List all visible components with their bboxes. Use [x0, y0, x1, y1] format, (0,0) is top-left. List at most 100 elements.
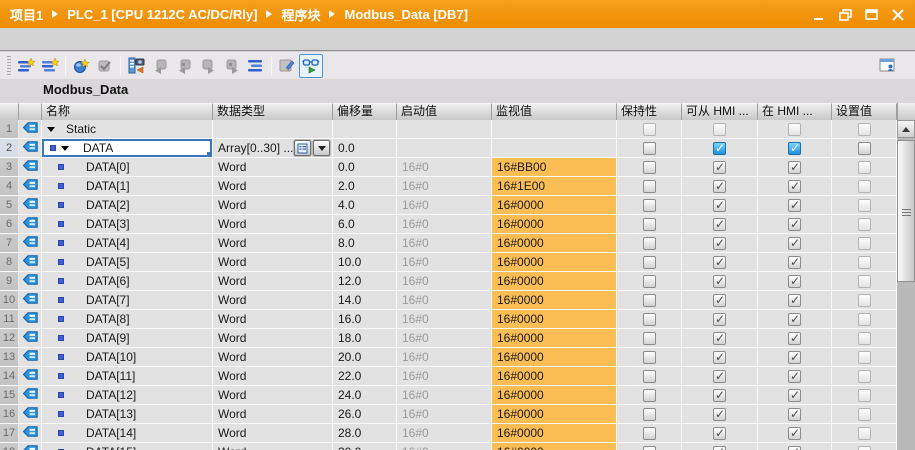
header-offset[interactable]: 偏移量 [333, 103, 397, 120]
row-number[interactable]: 14 [0, 367, 19, 386]
hmi-accessible-checkbox[interactable] [713, 446, 726, 450]
restore-button[interactable] [839, 8, 853, 20]
hmi-visible-checkbox[interactable] [788, 180, 801, 193]
row-number[interactable]: 17 [0, 424, 19, 443]
hmi-accessible-checkbox[interactable] [713, 294, 726, 307]
hmi-visible-checkbox[interactable] [788, 275, 801, 288]
add-row-icon[interactable] [38, 54, 62, 78]
name-cell[interactable]: DATA[6] [42, 272, 213, 291]
row-number[interactable]: 10 [0, 291, 19, 310]
row-number[interactable]: 4 [0, 177, 19, 196]
start-value-cell[interactable]: 16#0 [397, 291, 492, 310]
header-hmi-access[interactable]: 可从 HMI ... [682, 103, 758, 120]
start-value-cell[interactable]: 16#0 [397, 329, 492, 348]
name-cell[interactable]: DATA[15] [42, 443, 213, 450]
start-value-cell[interactable]: 16#0 [397, 348, 492, 367]
name-cell[interactable]: DATA[5] [42, 253, 213, 272]
hmi-visible-checkbox[interactable] [788, 237, 801, 250]
snapshot-monitor-values-icon[interactable] [124, 54, 148, 78]
start-value-cell[interactable]: 16#0 [397, 367, 492, 386]
hmi-visible-checkbox[interactable] [788, 446, 801, 450]
retain-checkbox[interactable] [643, 199, 656, 212]
expand-all-icon[interactable] [244, 54, 268, 78]
retain-checkbox[interactable] [643, 180, 656, 193]
hmi-accessible-checkbox[interactable] [713, 218, 726, 231]
copy-to-start-values-icon[interactable] [196, 54, 220, 78]
hmi-visible-checkbox[interactable] [788, 389, 801, 402]
row-number[interactable]: 7 [0, 234, 19, 253]
scroll-up-button[interactable] [897, 120, 915, 138]
header-monitor-value[interactable]: 监视值 [492, 103, 617, 120]
hmi-visible-checkbox[interactable] [788, 332, 801, 345]
header-hmi-visible[interactable]: 在 HMI ... [758, 103, 832, 120]
row-number[interactable]: 11 [0, 310, 19, 329]
start-value-cell[interactable]: 16#0 [397, 443, 492, 450]
retain-checkbox[interactable] [643, 370, 656, 383]
start-value-cell[interactable]: 16#0 [397, 405, 492, 424]
retain-checkbox[interactable] [643, 351, 656, 364]
data-type-cell[interactable]: Word [213, 443, 333, 450]
start-value-cell[interactable]: 16#0 [397, 215, 492, 234]
data-type-cell[interactable]: Word [213, 234, 333, 253]
row-number[interactable]: 8 [0, 253, 19, 272]
update-interface-icon[interactable] [93, 54, 117, 78]
edit-properties-icon[interactable] [275, 54, 299, 78]
data-type-cell[interactable]: Word [213, 272, 333, 291]
scrollbar-thumb[interactable] [897, 140, 915, 282]
hmi-visible-checkbox[interactable] [788, 427, 801, 440]
breadcrumb-plc[interactable]: PLC_1 [CPU 1212C AC/DC/Rly] [67, 7, 257, 22]
close-button[interactable] [891, 8, 905, 20]
name-cell[interactable]: DATA[11] [42, 367, 213, 386]
retain-checkbox[interactable] [643, 142, 656, 155]
name-cell[interactable]: DATA[10] [42, 348, 213, 367]
hmi-visible-checkbox[interactable] [788, 218, 801, 231]
retain-checkbox[interactable] [643, 275, 656, 288]
hmi-visible-checkbox[interactable] [788, 351, 801, 364]
maximize-button[interactable] [865, 8, 879, 20]
name-cell[interactable]: DATA[1] [42, 177, 213, 196]
copy-to-start-values-all-icon[interactable] [220, 54, 244, 78]
start-value-cell[interactable]: 16#0 [397, 272, 492, 291]
copy-snapshot-left-all-icon[interactable] [172, 54, 196, 78]
retain-checkbox[interactable] [643, 408, 656, 421]
row-number[interactable]: 15 [0, 386, 19, 405]
data-type-cell[interactable] [213, 120, 333, 139]
retain-checkbox[interactable] [643, 427, 656, 440]
reset-start-values-icon[interactable] [69, 54, 93, 78]
data-type-cell[interactable]: Word [213, 253, 333, 272]
type-dropdown-button[interactable] [313, 140, 330, 156]
hmi-accessible-checkbox[interactable] [713, 408, 726, 421]
hmi-visible-checkbox[interactable] [788, 313, 801, 326]
hmi-visible-checkbox[interactable] [788, 370, 801, 383]
row-number[interactable]: 5 [0, 196, 19, 215]
hmi-accessible-checkbox[interactable] [713, 370, 726, 383]
expand-arrow-icon[interactable] [61, 146, 69, 151]
row-number[interactable]: 16 [0, 405, 19, 424]
vertical-scrollbar[interactable] [897, 120, 915, 450]
start-value-cell[interactable]: 16#0 [397, 253, 492, 272]
hmi-accessible-checkbox[interactable] [713, 351, 726, 364]
hmi-accessible-checkbox[interactable] [713, 313, 726, 326]
start-value-cell[interactable] [397, 120, 492, 139]
name-cell[interactable]: DATA[7] [42, 291, 213, 310]
retain-checkbox[interactable] [643, 256, 656, 269]
hmi-accessible-checkbox[interactable] [713, 275, 726, 288]
row-number[interactable]: 12 [0, 329, 19, 348]
row-number[interactable]: 3 [0, 158, 19, 177]
data-type-cell[interactable]: Word [213, 329, 333, 348]
hmi-visible-checkbox[interactable] [788, 161, 801, 174]
start-value-cell[interactable]: 16#0 [397, 158, 492, 177]
retain-checkbox[interactable] [643, 389, 656, 402]
data-type-cell[interactable]: Word [213, 367, 333, 386]
hmi-accessible-checkbox[interactable] [713, 256, 726, 269]
name-cell[interactable]: Static [42, 120, 213, 139]
hmi-accessible-checkbox[interactable] [713, 389, 726, 402]
retain-checkbox[interactable] [643, 161, 656, 174]
name-cell[interactable]: DATA[9] [42, 329, 213, 348]
copy-snapshot-left-icon[interactable] [148, 54, 172, 78]
header-start-value[interactable]: 启动值 [397, 103, 492, 120]
start-value-cell[interactable]: 16#0 [397, 177, 492, 196]
expand-arrow-icon[interactable] [47, 127, 55, 132]
start-value-cell[interactable]: 16#0 [397, 234, 492, 253]
retain-checkbox[interactable] [643, 218, 656, 231]
